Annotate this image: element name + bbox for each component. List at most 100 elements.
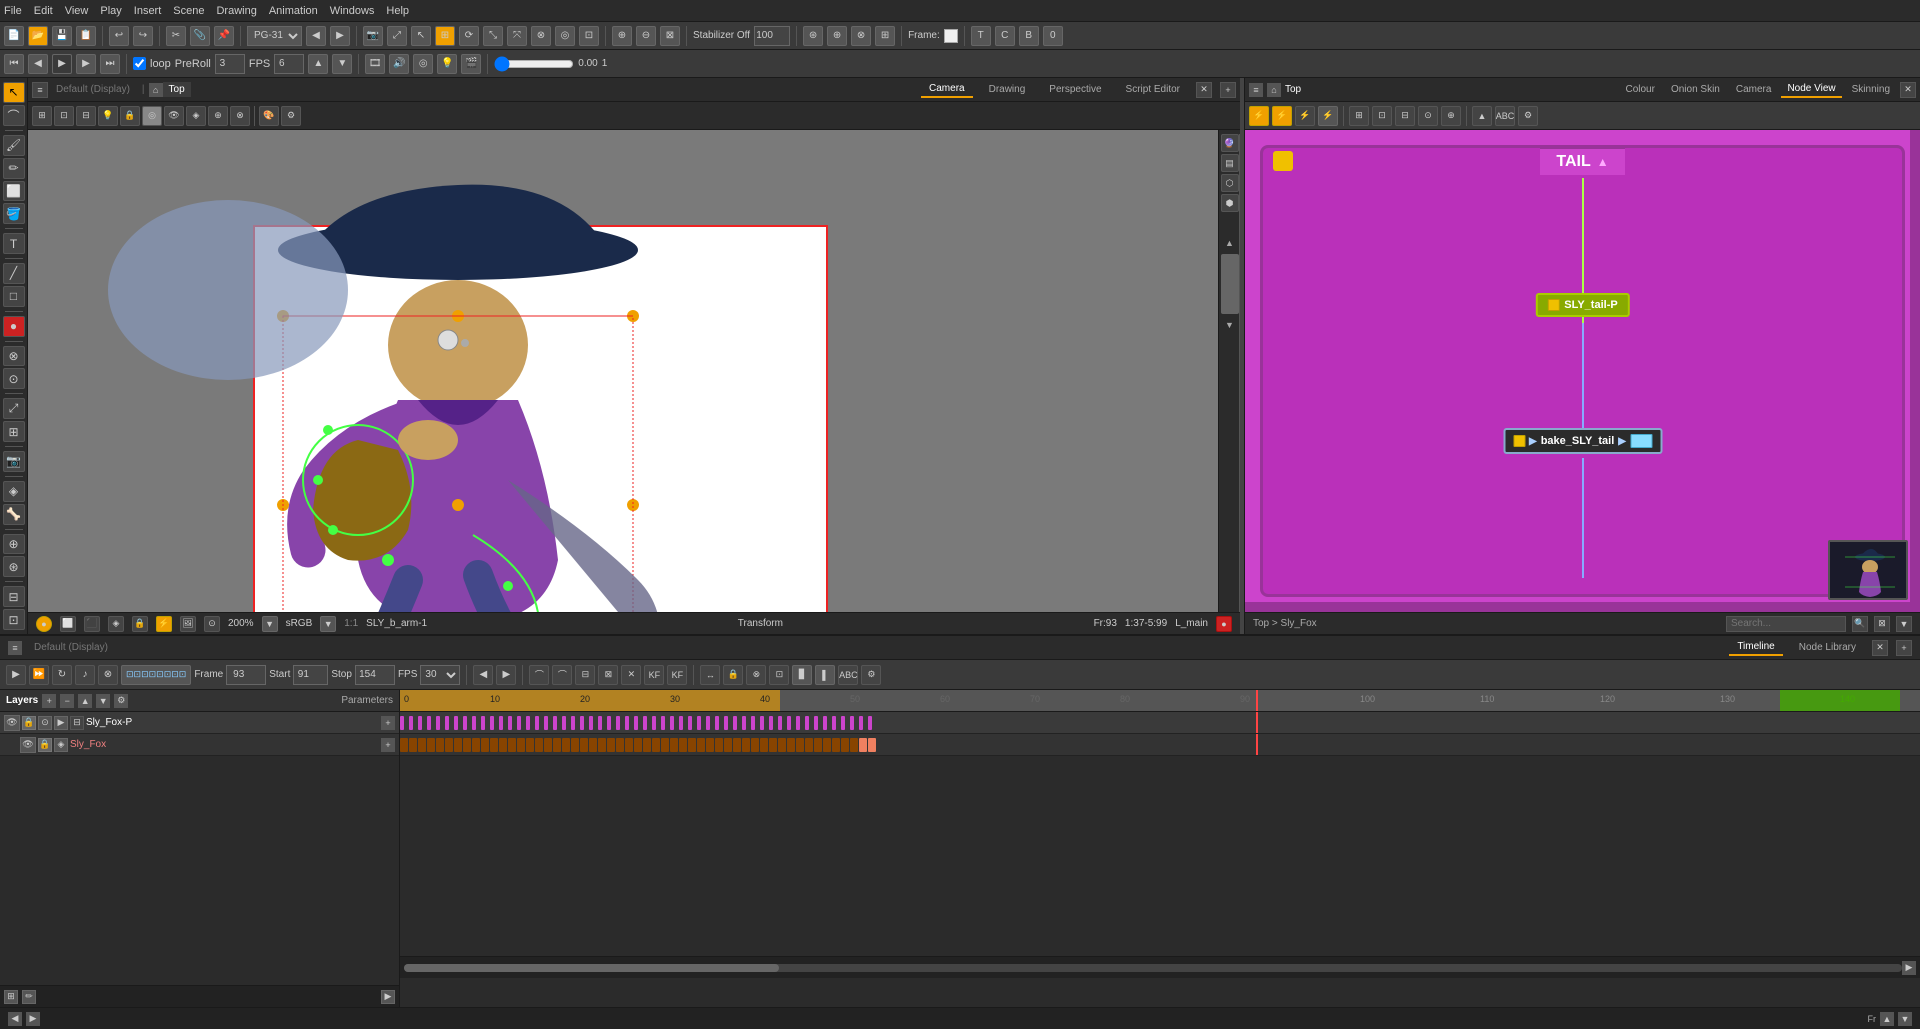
bone-tool[interactable]: ⊗ xyxy=(531,26,551,46)
snap-tool[interactable]: ⊡ xyxy=(579,26,599,46)
node-tool4[interactable]: ⚡ xyxy=(1318,106,1338,126)
vp-right-btn2[interactable]: ▤ xyxy=(1221,154,1239,172)
status-lock-btn[interactable]: 🔒 xyxy=(132,616,148,632)
status-btn1[interactable]: ⬜ xyxy=(60,616,76,632)
vp-light-btn[interactable]: 💡 xyxy=(98,106,118,126)
vp-snap-btn[interactable]: ⊡ xyxy=(54,106,74,126)
scrubber[interactable] xyxy=(494,57,574,71)
play-button[interactable]: ▶ xyxy=(52,54,72,74)
loop-checkbox[interactable] xyxy=(133,57,146,70)
vp-right-btn1[interactable]: 🔮 xyxy=(1221,134,1239,152)
zoom-out-button[interactable]: ⊖ xyxy=(636,26,656,46)
scale-tool[interactable]: ⤡ xyxy=(483,26,503,46)
scene-btn[interactable]: 🎬 xyxy=(461,54,481,74)
tl-nav-up[interactable]: ▲ xyxy=(1880,1012,1894,1026)
light-btn[interactable]: 💡 xyxy=(437,54,457,74)
vp-lock-btn[interactable]: 🔒 xyxy=(120,106,140,126)
tl-play-btn[interactable]: ▶ xyxy=(6,665,26,685)
sound-btn[interactable]: 🔊 xyxy=(389,54,409,74)
tl-nav-btn1[interactable]: ◀ xyxy=(8,1012,22,1026)
menu-scene[interactable]: Scene xyxy=(173,5,204,17)
rigging-btn[interactable]: 🦴 xyxy=(3,504,25,525)
node-tool3[interactable]: ⚡ xyxy=(1295,106,1315,126)
node-cyan-block[interactable] xyxy=(1630,434,1652,448)
node-tool7[interactable]: ⊟ xyxy=(1395,106,1415,126)
status-btn2[interactable]: ⬛ xyxy=(84,616,100,632)
extra-btn2[interactable]: ⊛ xyxy=(3,556,25,577)
tl-kf-add-btn[interactable]: KF xyxy=(644,665,664,685)
menu-help[interactable]: Help xyxy=(386,5,409,17)
active-tool[interactable]: ⊞ xyxy=(435,26,455,46)
T-btn[interactable]: T xyxy=(971,26,991,46)
layers-bottom-btn1[interactable]: ⊞ xyxy=(4,990,18,1004)
eraser-tool-btn[interactable]: ⬜ xyxy=(3,181,25,202)
extra-btn3[interactable]: ⊟ xyxy=(3,586,25,607)
zoom-menu-btn[interactable]: ▼ xyxy=(262,616,278,632)
scroll-arrow-down[interactable]: ▼ xyxy=(1221,316,1239,334)
timeline-ruler[interactable]: 0 10 20 30 40 50 60 70 80 90 100 110 120… xyxy=(400,690,1920,712)
pg-prev-button[interactable]: ◀ xyxy=(306,26,326,46)
color-space-menu-btn[interactable]: ▼ xyxy=(320,616,336,632)
rp-search-btn[interactable]: 🔍 xyxy=(1852,616,1868,632)
scroll-arrow-up[interactable]: ▲ xyxy=(1221,234,1239,252)
zoom-in-button[interactable]: ⊕ xyxy=(612,26,632,46)
vp-onion-btn[interactable]: ◎ xyxy=(142,106,162,126)
redo-button[interactable]: ↪ xyxy=(133,26,153,46)
layer-add-sly-fox[interactable]: + xyxy=(381,738,395,752)
tl-kf-prev-btn[interactable]: ◀ xyxy=(473,665,493,685)
tl-nav-btn2[interactable]: ▶ xyxy=(26,1012,40,1026)
node-tool1[interactable]: ⚡ xyxy=(1249,106,1269,126)
tl-kf-btn2[interactable]: KF xyxy=(667,665,687,685)
rp-expand-btn[interactable]: ▼ xyxy=(1896,616,1912,632)
tl-loop-btn[interactable]: ↻ xyxy=(52,665,72,685)
misc-btn1[interactable]: ⊛ xyxy=(803,26,823,46)
rewind-button[interactable]: ⏮ xyxy=(4,54,24,74)
layer-row-sly-fox-p[interactable]: 👁 🔒 ⊙ ▶ ⊟ Sly_Fox-P + xyxy=(0,712,399,734)
vp-camera2-btn[interactable]: ⊕ xyxy=(208,106,228,126)
tab-skinning[interactable]: Skinning xyxy=(1846,82,1896,97)
fit-button[interactable]: ⊠ xyxy=(660,26,680,46)
rp-fit-btn[interactable]: ⊠ xyxy=(1874,616,1890,632)
save-as-button[interactable]: 📋 xyxy=(76,26,96,46)
status-dot[interactable]: ● xyxy=(36,616,52,632)
layer-row-sly-fox[interactable]: 👁 🔒 ◈ Sly_Fox + xyxy=(0,734,399,756)
vp-right-btn4[interactable]: ⬢ xyxy=(1221,194,1239,212)
tl-gear-btn[interactable]: ⚙ xyxy=(861,665,881,685)
tl-flat-btn[interactable]: ⊟ xyxy=(575,665,595,685)
pencil-tool-btn[interactable]: ✏ xyxy=(3,158,25,179)
layers-dn-btn[interactable]: ▼ xyxy=(96,694,110,708)
vp-bone-btn[interactable]: ⊗ xyxy=(230,106,250,126)
extra-btn4[interactable]: ⊡ xyxy=(3,609,25,630)
node-bake-sly-tail[interactable]: ▶ bake_SLY_tail ▶ xyxy=(1503,428,1662,454)
menu-view[interactable]: View xyxy=(65,5,89,17)
layer-lock-sly-fox-p[interactable]: 🔒 xyxy=(22,716,36,730)
next-frame-button[interactable]: ▶ xyxy=(76,54,96,74)
node-hscroll[interactable] xyxy=(1245,602,1910,612)
menu-play[interactable]: Play xyxy=(100,5,121,17)
rotate-tool[interactable]: ⟳ xyxy=(459,26,479,46)
tab-perspective[interactable]: Perspective xyxy=(1041,82,1109,97)
status-render-btn[interactable]: 🖼 xyxy=(180,616,196,632)
stabilizer-value[interactable] xyxy=(754,26,790,46)
status-misc-btn[interactable]: ⊙ xyxy=(204,616,220,632)
tab-onion-skin[interactable]: Onion Skin xyxy=(1665,82,1726,97)
node-tool11[interactable]: ABC xyxy=(1495,106,1515,126)
prev-frame-button[interactable]: ◀ xyxy=(28,54,48,74)
copy-button[interactable]: 📎 xyxy=(190,26,210,46)
render-btn[interactable]: 🎞 xyxy=(365,54,385,74)
rp-menu-btn[interactable]: ≡ xyxy=(1249,83,1263,97)
menu-file[interactable]: File xyxy=(4,5,22,17)
menu-animation[interactable]: Animation xyxy=(269,5,318,17)
tl-display-btn[interactable]: Default (Display) xyxy=(26,640,116,655)
skew-tool[interactable]: ⤧ xyxy=(507,26,527,46)
pivot-tool[interactable]: ◎ xyxy=(555,26,575,46)
C-btn[interactable]: C xyxy=(995,26,1015,46)
node-tool5[interactable]: ⊞ xyxy=(1349,106,1369,126)
add-tab-btn[interactable]: + xyxy=(1220,82,1236,98)
fast-fwd-button[interactable]: ⏭ xyxy=(100,54,120,74)
rp-home-btn[interactable]: ⌂ xyxy=(1267,83,1281,97)
timeline-tab-timeline[interactable]: Timeline xyxy=(1729,639,1782,656)
tab-camera-np[interactable]: Camera xyxy=(1730,82,1778,97)
frame-color[interactable] xyxy=(944,29,958,43)
tab-camera[interactable]: Camera xyxy=(921,81,973,98)
